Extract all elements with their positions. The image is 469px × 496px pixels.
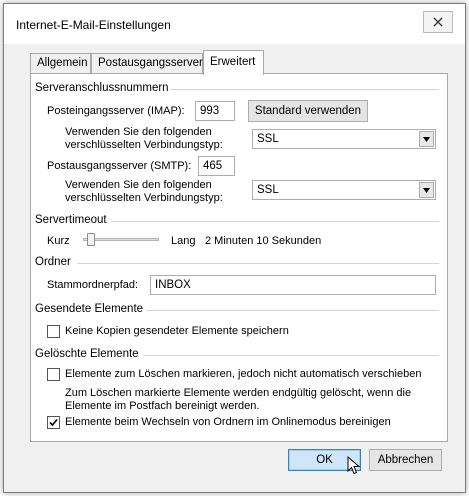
group-title-folders: Ordner <box>35 256 71 268</box>
purge-on-switch-checkbox[interactable] <box>47 416 60 429</box>
timeout-slider-thumb[interactable] <box>86 233 95 246</box>
deletion-info-line2: Elemente im Postfach bereinigt werden. <box>65 400 260 412</box>
title-bar[interactable]: Internet-E-Mail-Einstellungen <box>4 4 465 44</box>
outgoing-port-input[interactable]: 465 <box>198 156 235 176</box>
chevron-down-icon[interactable] <box>419 182 434 198</box>
checkmark-icon <box>49 418 58 427</box>
mark-for-deletion-checkbox[interactable] <box>47 368 60 381</box>
outgoing-encryption-label-line2: verschlüsselten Verbindungstyp: <box>65 192 223 204</box>
incoming-encryption-select[interactable]: SSL <box>252 129 436 149</box>
separator <box>77 263 439 264</box>
window-title: Internet-E-Mail-Einstellungen <box>16 18 171 32</box>
chevron-down-icon[interactable] <box>419 131 434 147</box>
group-title-sent-items: Gesendete Elemente <box>35 303 144 315</box>
incoming-encryption-value: SSL <box>257 133 279 145</box>
cancel-button[interactable]: Abbrechen <box>369 449 442 471</box>
outgoing-encryption-label-line1: Verwenden Sie den folgenden <box>65 179 212 191</box>
timeout-long-label: Lang <box>171 235 196 247</box>
tab-erweitert[interactable]: Erweitert <box>203 50 264 75</box>
separator <box>147 310 439 311</box>
purge-on-switch-label[interactable]: Elemente beim Wechseln von Ordnern im On… <box>65 416 391 428</box>
timeout-value: 2 Minuten 10 Sekunden <box>205 235 322 247</box>
timeout-short-label: Kurz <box>47 235 70 247</box>
mouse-cursor-icon <box>347 456 361 475</box>
incoming-port-input[interactable]: 993 <box>195 101 235 121</box>
close-button[interactable] <box>423 11 453 33</box>
dialog-window: Internet-E-Mail-Einstellungen Allgemein … <box>3 3 466 493</box>
incoming-encryption-label-line2: verschlüsselten Verbindungstyp: <box>65 139 223 151</box>
incoming-encryption-label-line1: Verwenden Sie den folgenden <box>65 126 212 138</box>
outgoing-encryption-select[interactable]: SSL <box>252 180 436 200</box>
advanced-panel: Serveranschlussnummern Posteingangsserve… <box>30 73 448 442</box>
outgoing-encryption-value: SSL <box>257 184 279 196</box>
no-copies-label[interactable]: Keine Kopien gesendeter Elemente speiche… <box>65 325 289 337</box>
use-default-button[interactable]: Standard verwenden <box>248 100 368 122</box>
group-title-server-ports: Serveranschlussnummern <box>35 82 169 94</box>
separator <box>171 89 439 90</box>
separator <box>111 221 439 222</box>
no-copies-checkbox[interactable] <box>47 325 60 338</box>
root-folder-input[interactable]: INBOX <box>150 275 436 295</box>
group-title-server-timeout: Servertimeout <box>35 214 107 226</box>
tab-postausgangsserver[interactable]: Postausgangsserver <box>91 53 203 74</box>
root-folder-label: Stammordnerpfad: <box>47 279 139 291</box>
group-title-deleted-items: Gelöschte Elemente <box>35 348 139 360</box>
close-icon <box>433 17 443 27</box>
deletion-info-line1: Zum Löschen markierte Elemente werden en… <box>65 387 412 399</box>
separator <box>143 355 439 356</box>
incoming-port-label: Posteingangsserver (IMAP): <box>47 105 185 117</box>
mark-for-deletion-label[interactable]: Elemente zum Löschen markieren, jedoch n… <box>65 368 421 380</box>
tab-allgemein[interactable]: Allgemein <box>30 53 91 74</box>
outgoing-port-label: Postausgangsserver (SMTP): <box>47 160 192 172</box>
